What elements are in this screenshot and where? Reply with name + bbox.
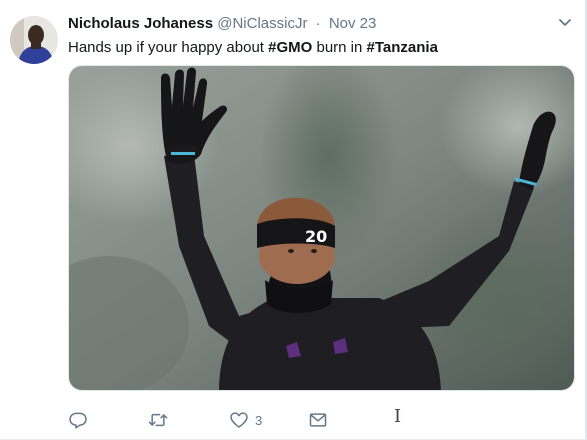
hashtag-tanzania[interactable]: #Tanzania xyxy=(367,39,438,56)
tweet-date[interactable]: Nov 23 xyxy=(329,15,377,32)
chevron-down-icon[interactable] xyxy=(556,14,574,32)
hashtag-word: Tanzania xyxy=(374,39,438,56)
headband-number: 20 xyxy=(305,227,327,246)
direct-message-button[interactable] xyxy=(308,408,328,432)
tweet-photo[interactable]: 20 xyxy=(68,65,575,391)
retweet-button[interactable] xyxy=(148,408,168,432)
tweet-actions: 3 xyxy=(68,408,468,432)
avatar[interactable] xyxy=(10,16,58,64)
reply-button[interactable] xyxy=(68,408,88,432)
tweet-text-part: Hands up if your happy about xyxy=(68,39,269,56)
hashtag-word: GMO xyxy=(276,39,313,56)
like-count: 3 xyxy=(255,412,263,428)
tweet[interactable]: Nicholaus Johaness @NiClassicJr · Nov 23… xyxy=(0,0,587,440)
tweet-text-part: burn in xyxy=(312,39,367,56)
author-handle[interactable]: @NiClassicJr xyxy=(217,15,307,32)
photo-image: 20 xyxy=(69,66,574,390)
author-name[interactable]: Nicholaus Johaness xyxy=(68,15,213,32)
heart-icon xyxy=(230,412,248,428)
tweet-header: Nicholaus Johaness @NiClassicJr · Nov 23 xyxy=(68,15,376,35)
text-cursor-icon: I xyxy=(394,406,402,427)
separator-dot: · xyxy=(315,15,321,32)
tweet-text: Hands up if your happy about #GMO burn i… xyxy=(68,38,438,58)
hashtag-gmo[interactable]: #GMO xyxy=(268,39,312,56)
hashtag-symbol: # xyxy=(366,39,375,56)
retweet-icon xyxy=(148,413,168,427)
like-button[interactable]: 3 xyxy=(229,408,262,432)
reply-icon xyxy=(69,412,87,429)
avatar-image xyxy=(10,16,58,64)
envelope-icon xyxy=(309,413,327,427)
